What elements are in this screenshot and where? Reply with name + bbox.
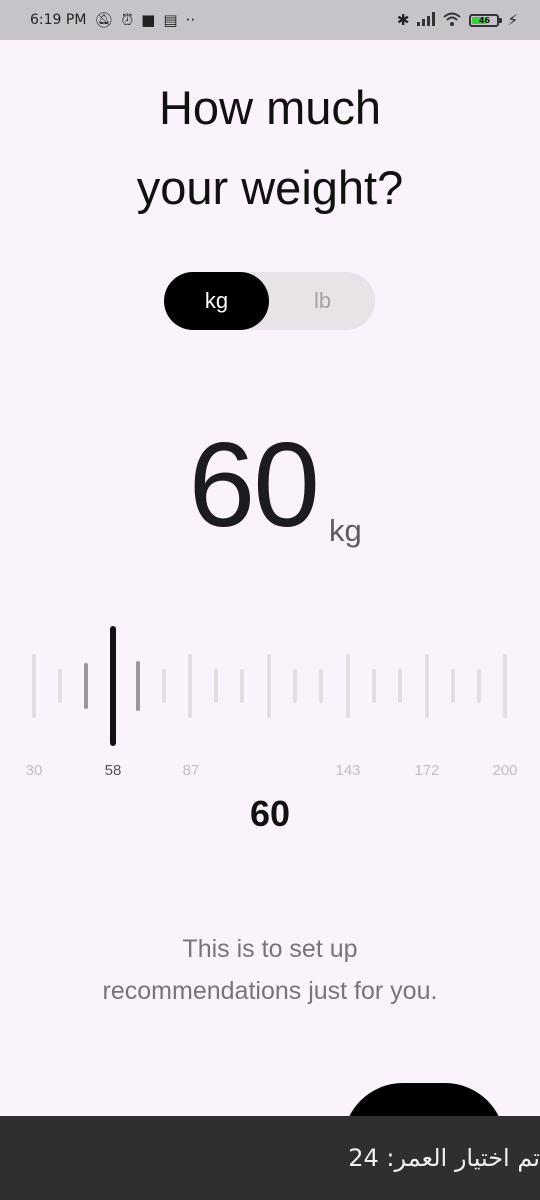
ruler-label-58: 58 (104, 762, 122, 779)
weight-ruler[interactable] (0, 620, 540, 760)
status-time: 6:19 PM (30, 12, 87, 28)
ruler-label-87: 87 (182, 762, 200, 779)
weight-unit: kg (329, 513, 362, 548)
hint-line-2: recommendations just for you. (102, 977, 438, 1005)
battery-icon: 46 (469, 13, 503, 27)
hint-line-1: This is to set up (182, 935, 358, 963)
ruler-label-30: 30 (25, 762, 43, 779)
charging-icon: ⚡︎ (507, 10, 518, 29)
signal-icon (417, 11, 436, 29)
ruler-tick (319, 669, 323, 703)
ruler-tick (372, 669, 376, 703)
unit-toggle[interactable]: kg lb (164, 272, 375, 330)
hint-text: This is to set up recommendations just f… (0, 928, 540, 1012)
unit-kg-option[interactable]: kg (164, 272, 269, 330)
bluetooth-icon: ✱ (396, 10, 410, 29)
card-icon: ▤ (163, 10, 178, 29)
snackbar-message: تم اختيار العمر: 24 (348, 1144, 540, 1172)
snackbar: تم اختيار العمر: 24 (0, 1116, 540, 1200)
question-line-1: How much (158, 81, 381, 134)
ruler-tick (425, 654, 429, 718)
ruler-tick (188, 654, 192, 718)
wifi-icon (443, 12, 462, 29)
ruler-tick (58, 669, 62, 703)
ruler-tick (32, 654, 36, 718)
page-title: How much your weight? (0, 68, 540, 228)
ruler-tick (451, 669, 455, 703)
ruler-label-143: 143 (335, 762, 361, 779)
ruler-label-200: 200 (492, 762, 518, 779)
ruler-label-172: 172 (414, 762, 440, 779)
ruler-selected-tick (110, 626, 116, 746)
ruler-tick (477, 669, 481, 703)
ruler-tick (267, 654, 271, 718)
ruler-tick (398, 669, 402, 703)
more-dots-icon: ·· (185, 10, 196, 29)
question-line-2: your weight? (136, 161, 404, 214)
ruler-tick (503, 654, 507, 718)
ruler-tick (214, 669, 218, 703)
weight-value: 60 (188, 418, 320, 552)
status-bar: 6:19 PM 🔕︎ ⏰︎ ■ ▤ ·· ✱ 46 ⚡︎ (0, 0, 540, 40)
silent-icon: 🔕︎ (94, 10, 114, 29)
alarm-icon: ⏰︎ (121, 10, 134, 29)
video-icon: ■ (141, 10, 156, 29)
selected-weight-value: 60 (249, 793, 291, 834)
battery-level: 46 (478, 15, 491, 25)
ruler-tick (84, 663, 88, 709)
unit-lb-option[interactable]: lb (270, 272, 375, 330)
ruler-tick (136, 661, 140, 711)
ruler-tick (162, 669, 166, 703)
ruler-tick (346, 654, 350, 718)
ruler-tick (293, 669, 297, 703)
ruler-tick (240, 669, 244, 703)
